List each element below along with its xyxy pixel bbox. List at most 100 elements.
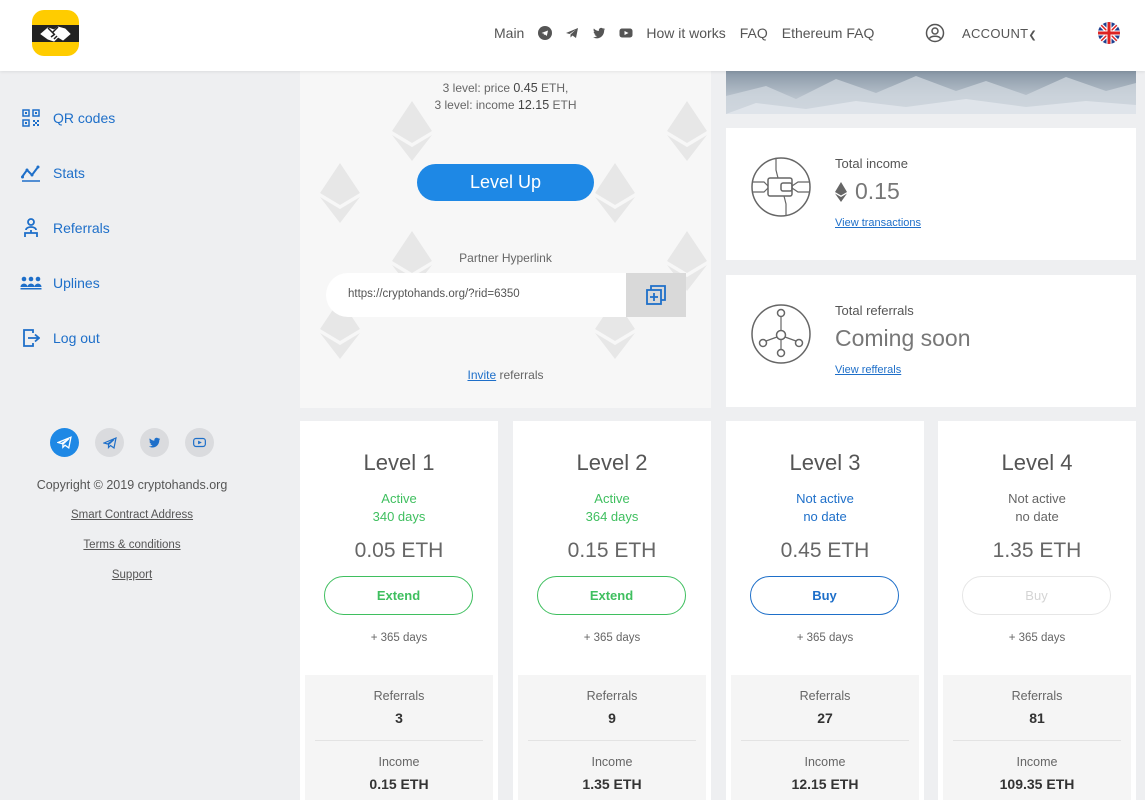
total-referrals-value: Coming soon <box>835 325 971 351</box>
stats-icon <box>20 162 42 184</box>
nav-faq[interactable]: FAQ <box>740 25 768 41</box>
referrals-label: Referrals <box>373 689 425 703</box>
sidebar-item-qr-codes[interactable]: QR codes <box>20 107 115 129</box>
terms-link[interactable]: Terms & conditions <box>0 539 264 551</box>
sidebar-item-uplines[interactable]: Uplines <box>20 272 100 294</box>
level-extend-days: + 365 days <box>583 632 641 644</box>
logo[interactable] <box>32 10 79 56</box>
level-card-3: Level 3 Not active no date 0.45 ETH Buy … <box>726 421 924 800</box>
youtube-icon[interactable] <box>185 428 214 457</box>
smart-contract-link[interactable]: Smart Contract Address <box>0 509 264 521</box>
level-status: Not active <box>1008 491 1066 506</box>
telegram-chat-icon[interactable] <box>50 428 79 457</box>
uk-flag-icon[interactable] <box>1098 22 1120 44</box>
ethereum-bg-icon <box>595 163 635 223</box>
nav-how-it-works[interactable]: How it works <box>646 25 725 41</box>
level-title: Level 3 <box>789 450 861 475</box>
sidebar: QR codes Stats Referrals Uplines Log out <box>0 71 300 800</box>
referrals-value: 81 <box>1029 710 1045 726</box>
user-icon[interactable] <box>925 23 945 48</box>
level-days: no date <box>1015 509 1059 524</box>
total-income-card: Total income 0.15 View transactions <box>726 128 1136 260</box>
next-level-price: 3 level: price 0.45 ETH, <box>442 81 569 95</box>
referrals-label: Referrals <box>1011 689 1063 703</box>
income-label: Income <box>804 755 846 769</box>
header: Main How it works FAQ Ethereum FAQ ACCOU… <box>0 0 1145 71</box>
nav-main[interactable]: Main <box>494 25 524 41</box>
copy-link-button[interactable] <box>626 273 686 317</box>
level-stats: Referrals 3 Income 0.15 ETH <box>305 675 493 800</box>
level-price: 0.45 ETH <box>780 539 870 562</box>
sidebar-item-log-out[interactable]: Log out <box>20 327 100 349</box>
nav-ethereum-faq[interactable]: Ethereum FAQ <box>782 25 875 41</box>
level-up-button[interactable]: Level Up <box>417 164 594 201</box>
referrals-value: 27 <box>817 710 833 726</box>
sidebar-item-label: Log out <box>53 330 100 346</box>
sidebar-item-label: Referrals <box>53 220 110 236</box>
sidebar-item-label: Uplines <box>53 275 100 291</box>
level-extend-days: + 365 days <box>796 632 854 644</box>
social-links <box>50 428 230 457</box>
handshake-icon <box>40 26 71 42</box>
level-card-4: Level 4 Not active no date 1.35 ETH Buy … <box>938 421 1136 800</box>
sidebar-item-stats[interactable]: Stats <box>20 162 85 184</box>
level-title: Level 1 <box>363 450 435 475</box>
referrals-value: 9 <box>608 710 616 726</box>
partner-hyperlink-label: Partner Hyperlink <box>459 251 552 265</box>
level-price: 0.05 ETH <box>354 539 444 562</box>
level-up-panel: 3 level: price 0.45 ETH, 3 level: income… <box>300 71 711 408</box>
level-title: Level 4 <box>1001 450 1073 475</box>
income-value: 0.15 ETH <box>369 776 429 792</box>
twitter-icon[interactable] <box>140 428 169 457</box>
copy-icon <box>646 285 666 305</box>
telegram-icon[interactable] <box>95 428 124 457</box>
level-days: no date <box>803 509 847 524</box>
banner-image <box>726 71 1136 114</box>
level-stats: Referrals 81 Income 109.35 ETH <box>943 675 1131 800</box>
qr-code-icon <box>20 107 42 129</box>
income-label: Income <box>1016 755 1058 769</box>
buy-button-disabled[interactable]: Buy <box>962 576 1111 615</box>
level-stats: Referrals 27 Income 12.15 ETH <box>731 675 919 800</box>
level-extend-days: + 365 days <box>1008 632 1066 644</box>
level-price: 1.35 ETH <box>992 539 1082 562</box>
income-value: 109.35 ETH <box>999 776 1075 792</box>
total-income-value: 0.15 <box>835 178 900 205</box>
copyright: Copyright © 2019 cryptohands.org <box>36 478 228 492</box>
wallet-circuit-icon <box>751 157 811 217</box>
level-status: Active <box>594 491 630 506</box>
extend-button[interactable]: Extend <box>537 576 686 615</box>
level-status: Not active <box>796 491 854 506</box>
level-days: 364 days <box>585 509 639 524</box>
divider <box>315 740 483 741</box>
invite-link[interactable]: Invite <box>467 368 496 382</box>
twitter-icon[interactable] <box>592 26 606 40</box>
uplines-icon <box>20 272 42 294</box>
account-menu[interactable]: ACCOUNT❮ <box>962 26 1037 41</box>
income-label: Income <box>378 755 420 769</box>
network-icon <box>751 304 811 364</box>
youtube-icon[interactable] <box>619 26 633 40</box>
top-nav: Main How it works FAQ Ethereum FAQ <box>494 25 888 41</box>
extend-button[interactable]: Extend <box>324 576 473 615</box>
level-card-1: Level 1 Active 340 days 0.05 ETH Extend … <box>300 421 498 800</box>
support-link[interactable]: Support <box>0 569 264 581</box>
referrals-label: Referrals <box>586 689 638 703</box>
income-value: 12.15 ETH <box>791 776 859 792</box>
telegram-plane-icon[interactable] <box>565 26 579 40</box>
referrals-label: Referrals <box>799 689 851 703</box>
referrals-icon <box>20 217 42 239</box>
divider <box>741 740 909 741</box>
invite-referrals: Invite referrals <box>467 368 544 382</box>
telegram-icon[interactable] <box>538 26 553 40</box>
view-referrals-link[interactable]: View refferals <box>835 364 901 376</box>
level-title: Level 2 <box>576 450 648 475</box>
level-price: 0.15 ETH <box>567 539 657 562</box>
view-transactions-link[interactable]: View transactions <box>835 217 921 229</box>
ethereum-icon <box>835 181 847 202</box>
partner-link-value: https://cryptohands.org/?rid=6350 <box>348 288 520 300</box>
sidebar-item-referrals[interactable]: Referrals <box>20 217 110 239</box>
next-level-income: 3 level: income 12.15 ETH <box>434 98 577 112</box>
total-referrals-label: Total referrals <box>835 303 914 318</box>
buy-button[interactable]: Buy <box>750 576 899 615</box>
